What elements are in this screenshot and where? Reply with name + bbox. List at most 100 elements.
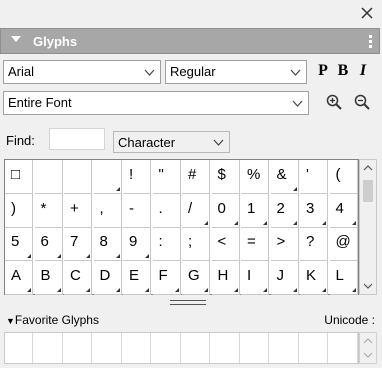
chevron-down-icon bbox=[292, 97, 303, 108]
collapse-triangle-icon[interactable] bbox=[11, 36, 21, 42]
glyph-grid[interactable]: □! " # $% & ' () * +, -. / 0 1 2 3 4 5 6 7 8 9:; < = >? @ A B C D E F G… bbox=[4, 159, 359, 295]
glyph-cell[interactable]: ? bbox=[300, 227, 328, 262]
alternates-marker-icon bbox=[292, 187, 297, 191]
glyph-cell[interactable]: & bbox=[270, 160, 299, 194]
alternates-marker-icon bbox=[56, 287, 61, 292]
favorite-glyph-cell[interactable] bbox=[241, 333, 269, 363]
glyph-subset-dropdown[interactable]: Entire Font bbox=[3, 91, 309, 115]
glyph-cell[interactable]: 7 bbox=[64, 227, 92, 262]
glyph-cell[interactable] bbox=[64, 160, 92, 194]
font-family-dropdown[interactable]: Arial bbox=[3, 60, 161, 84]
glyph-cell[interactable]: K bbox=[300, 260, 328, 295]
glyph-cell[interactable]: B bbox=[34, 260, 63, 295]
favorite-glyphs-header[interactable]: ▼Favorite Glyphs bbox=[6, 313, 99, 327]
glyph-cell[interactable]: E bbox=[123, 260, 151, 295]
glyph-cell[interactable]: 0 bbox=[211, 193, 240, 228]
glyph-cell[interactable]: % bbox=[241, 160, 269, 194]
font-style-dropdown[interactable]: Regular bbox=[165, 60, 307, 84]
glyph-cell[interactable]: H bbox=[211, 260, 240, 295]
glyph-cell[interactable]: 2 bbox=[270, 193, 299, 228]
favorite-glyph-cell[interactable] bbox=[271, 333, 299, 363]
glyph-cell[interactable]: ' bbox=[300, 160, 328, 194]
glyph-cell[interactable]: @ bbox=[329, 227, 358, 262]
alternates-marker-icon bbox=[145, 254, 149, 259]
glyph-cell[interactable]: , bbox=[93, 193, 122, 228]
glyph-cell[interactable]: + bbox=[64, 193, 92, 228]
glyph-char: # bbox=[188, 166, 197, 183]
glyph-cell[interactable]: : bbox=[152, 227, 181, 262]
close-icon[interactable] bbox=[358, 4, 376, 22]
glyph-cell[interactable] bbox=[93, 160, 122, 194]
favorite-glyph-cell[interactable] bbox=[330, 333, 358, 363]
panel-header[interactable]: Glyphs bbox=[0, 28, 380, 54]
find-mode-dropdown[interactable]: Character bbox=[113, 131, 230, 153]
glyph-cell[interactable]: - bbox=[123, 193, 151, 228]
zoom-out-icon[interactable] bbox=[353, 93, 371, 111]
find-input[interactable] bbox=[49, 128, 105, 150]
glyph-cell[interactable]: / bbox=[182, 193, 210, 228]
glyph-cell[interactable]: C bbox=[64, 260, 92, 295]
plain-style-button[interactable]: P bbox=[313, 61, 333, 81]
glyph-cell[interactable]: 8 bbox=[93, 227, 122, 262]
glyph-cell[interactable]: 5 bbox=[5, 227, 33, 262]
alternates-marker-icon bbox=[115, 254, 120, 259]
glyph-char: ! bbox=[129, 166, 134, 183]
favorite-glyphs-grid[interactable] bbox=[4, 332, 359, 364]
glyph-cell[interactable]: G bbox=[182, 260, 210, 295]
glyph-char: 4 bbox=[335, 199, 344, 217]
zoom-in-icon[interactable] bbox=[325, 93, 343, 111]
favorite-glyph-cell[interactable] bbox=[300, 333, 328, 363]
favorite-glyph-cell[interactable] bbox=[212, 333, 240, 363]
panel-menu-icon[interactable] bbox=[369, 35, 372, 48]
favorite-glyph-cell[interactable] bbox=[35, 333, 63, 363]
favorite-glyph-cell[interactable] bbox=[64, 333, 92, 363]
glyph-char: " bbox=[158, 166, 164, 183]
glyph-cell[interactable]: □ bbox=[5, 160, 33, 194]
glyph-cell[interactable]: I bbox=[241, 260, 269, 295]
glyph-cell[interactable]: $ bbox=[211, 160, 240, 194]
favorite-glyph-cell[interactable] bbox=[123, 333, 151, 363]
glyph-grid-scrollbar[interactable] bbox=[359, 159, 377, 295]
glyph-cell[interactable]: ; bbox=[182, 227, 210, 262]
glyph-cell[interactable]: # bbox=[182, 160, 210, 194]
bold-style-button[interactable]: B bbox=[333, 61, 353, 81]
favorite-glyph-cell[interactable] bbox=[153, 333, 181, 363]
glyph-cell[interactable]: ! bbox=[123, 160, 151, 194]
glyph-cell[interactable]: " bbox=[152, 160, 181, 194]
glyph-char: □ bbox=[11, 166, 21, 183]
italic-style-button[interactable]: I bbox=[353, 61, 373, 81]
favorite-glyph-cell[interactable] bbox=[182, 333, 210, 363]
glyph-cell[interactable]: 4 bbox=[329, 193, 358, 228]
glyph-cell[interactable]: . bbox=[152, 193, 181, 228]
glyph-cell[interactable]: < bbox=[211, 227, 240, 262]
favorite-glyph-cell[interactable] bbox=[5, 333, 33, 363]
glyph-cell[interactable]: F bbox=[152, 260, 181, 295]
glyph-char: , bbox=[99, 199, 104, 217]
glyph-cell[interactable]: A bbox=[5, 260, 33, 295]
glyph-cell[interactable]: 6 bbox=[34, 227, 63, 262]
glyph-cell[interactable]: 3 bbox=[300, 193, 328, 228]
alternates-marker-icon bbox=[351, 287, 356, 292]
glyph-cell[interactable]: > bbox=[270, 227, 299, 262]
panel-title: Glyphs bbox=[33, 34, 78, 49]
alternates-marker-icon bbox=[292, 220, 297, 225]
glyph-cell[interactable]: 9 bbox=[123, 227, 151, 262]
glyph-cell[interactable]: L bbox=[329, 260, 358, 295]
glyph-char: 6 bbox=[40, 233, 49, 251]
favorite-glyph-cell[interactable] bbox=[94, 333, 122, 363]
favorites-scrollbar[interactable] bbox=[359, 332, 377, 364]
glyph-char: L bbox=[335, 266, 344, 284]
glyph-cell[interactable] bbox=[34, 160, 63, 194]
glyph-cell[interactable]: 1 bbox=[241, 193, 269, 228]
glyph-cell[interactable]: = bbox=[241, 227, 269, 262]
glyph-cell[interactable]: ( bbox=[329, 160, 358, 194]
glyph-cell[interactable]: * bbox=[34, 193, 63, 228]
glyph-cell[interactable]: D bbox=[93, 260, 122, 295]
panel-top-bar bbox=[0, 0, 382, 28]
glyph-cell[interactable]: J bbox=[270, 260, 299, 295]
glyph-cell[interactable]: ) bbox=[5, 193, 33, 228]
glyph-char: I bbox=[247, 266, 252, 284]
glyph-char: 0 bbox=[217, 199, 226, 217]
panel-splitter[interactable] bbox=[170, 300, 206, 305]
collapse-triangle-icon[interactable]: ▼ bbox=[6, 316, 15, 326]
